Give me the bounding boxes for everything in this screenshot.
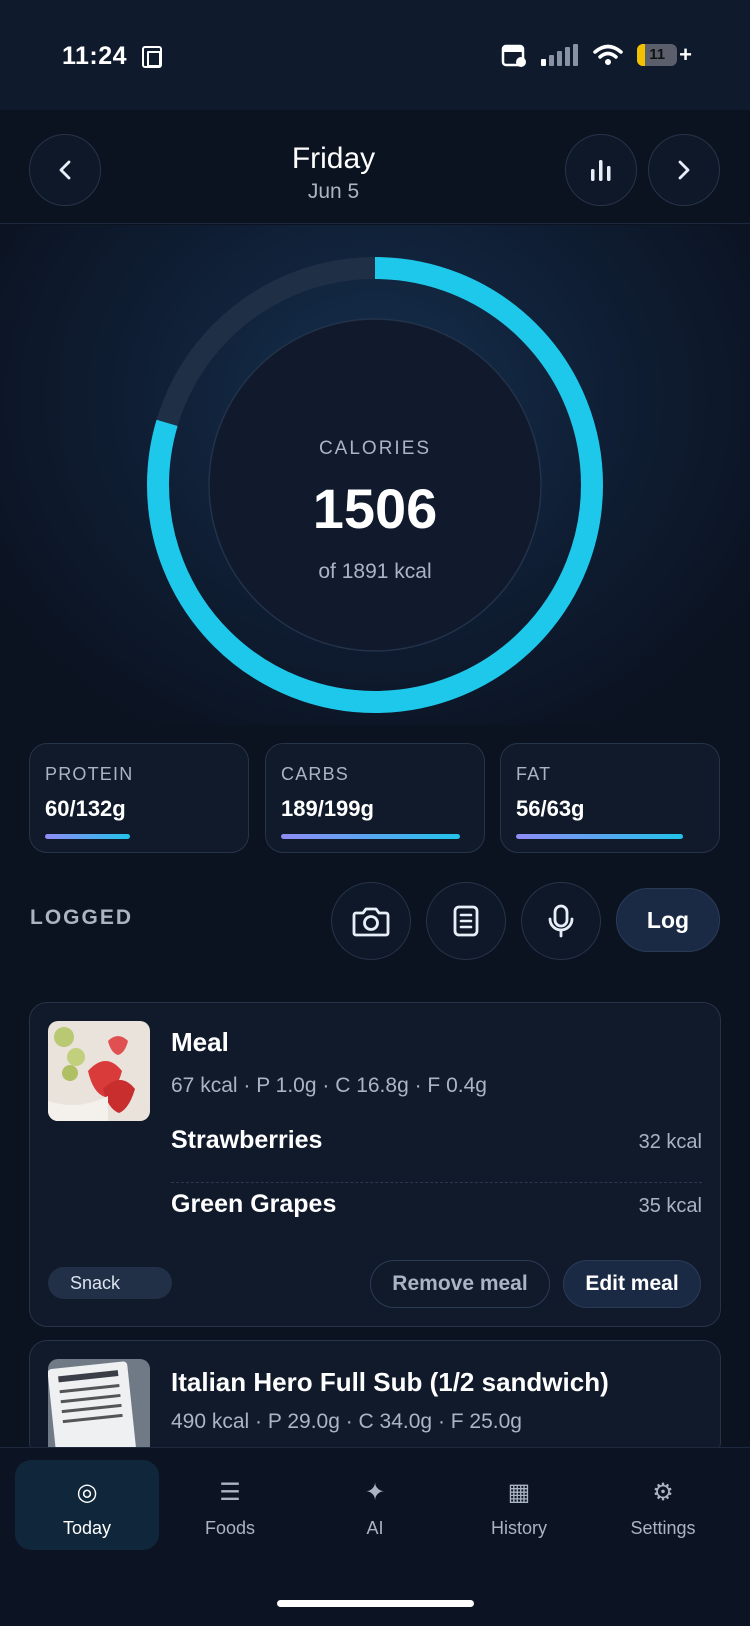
food-divider — [171, 1182, 702, 1183]
status-icons: 11 + — [501, 42, 692, 68]
tab-ai[interactable]: ✦ AI — [303, 1460, 447, 1550]
next-day-button[interactable] — [648, 134, 720, 206]
meal-macros: 490 kcal · P 29.0g · C 34.0g · F 25.0g — [171, 1410, 522, 1433]
logged-section-label: LOGGED — [30, 906, 134, 929]
scan-label-button[interactable] — [426, 882, 506, 960]
battery-icon: 11 + — [637, 44, 692, 66]
food-kcal: 32 kcal — [638, 1131, 702, 1153]
meal-thumbnail — [48, 1359, 150, 1459]
meal-title: Italian Hero Full Sub (1/2 sandwich) — [171, 1367, 609, 1397]
gear-icon: ⚙ — [652, 1479, 674, 1506]
calendar-icon — [501, 44, 527, 67]
battery-level: 11 — [649, 46, 666, 63]
tab-label: Today — [62, 1518, 112, 1538]
food-name: Green Grapes — [171, 1190, 337, 1218]
food-kcal: 35 kcal — [638, 1195, 702, 1217]
target-icon: ◎ — [76, 1479, 98, 1506]
tab-history[interactable]: ▦ History — [447, 1460, 591, 1550]
tab-label: AI — [366, 1518, 384, 1538]
tab-foods[interactable]: ☰ Foods — [158, 1460, 302, 1550]
meal-card[interactable]: Italian Hero Full Sub (1/2 sandwich) 490… — [29, 1340, 721, 1460]
home-indicator — [277, 1600, 474, 1607]
edit-meal-button[interactable]: Edit meal — [563, 1260, 701, 1308]
voice-button[interactable] — [521, 882, 601, 960]
calories-value: 1506 — [312, 477, 438, 540]
tab-label: Settings — [630, 1518, 696, 1538]
calorie-hero: CALORIES 1506 of 1891 kcal — [0, 225, 750, 725]
tab-today[interactable]: ◎ Today — [15, 1460, 159, 1550]
tab-label: History — [490, 1518, 547, 1538]
meal-card[interactable]: Meal 67 kcal · P 1.0g · C 16.8g · F 0.4g… — [29, 1002, 721, 1327]
tab-settings[interactable]: ⚙ Settings — [591, 1460, 735, 1550]
calorie-summary: CALORIES 1506 of 1891 kcal — [140, 250, 610, 720]
status-time: 11:24 — [62, 42, 128, 70]
macro-progress-bar — [45, 834, 130, 839]
macro-value: 56/63g — [516, 796, 585, 821]
macro-value: 189/199g — [281, 796, 374, 821]
camera-button[interactable] — [331, 882, 411, 960]
macro-progress-bar — [281, 834, 460, 839]
calories-goal: of 1891 kcal — [318, 560, 432, 583]
stats-button[interactable] — [565, 134, 637, 206]
wifi-icon — [593, 44, 623, 65]
macro-card-fat: FAT 56/63g — [500, 743, 720, 853]
calorie-ring: CALORIES 1506 of 1891 kcal — [140, 250, 610, 720]
macro-label: PROTEIN — [45, 764, 134, 784]
bar-chart-icon — [591, 160, 611, 181]
microphone-icon — [548, 904, 574, 938]
camera-icon — [352, 907, 390, 937]
signal-icon — [541, 44, 579, 66]
log-button[interactable]: Log — [616, 888, 720, 952]
meal-thumbnail — [48, 1021, 150, 1121]
tab-label: Foods — [204, 1518, 256, 1538]
document-icon — [453, 905, 479, 937]
macro-card-protein: PROTEIN 60/132g — [29, 743, 249, 853]
macro-label: FAT — [516, 764, 552, 784]
food-name: Strawberries — [171, 1126, 323, 1154]
list-icon: ☰ — [219, 1479, 241, 1506]
macro-card-carbs: CARBS 189/199g — [265, 743, 485, 853]
meal-macros: 67 kcal · P 1.0g · C 16.8g · F 0.4g — [171, 1074, 487, 1097]
meal-title: Meal — [171, 1027, 229, 1057]
macro-progress-bar — [516, 834, 683, 839]
sparkle-icon: ✦ — [364, 1479, 386, 1506]
status-bar: 11:24 11 + — [0, 0, 750, 110]
date-header: Friday Jun 5 — [0, 110, 750, 224]
screen-record-icon — [142, 46, 162, 68]
chevron-right-icon — [678, 160, 690, 180]
grid-icon: ▦ — [507, 1479, 531, 1506]
remove-meal-button[interactable]: Remove meal — [370, 1260, 550, 1308]
calories-label: CALORIES — [318, 438, 432, 459]
macro-value: 60/132g — [45, 796, 126, 821]
macro-label: CARBS — [281, 764, 350, 784]
meal-type-tag: Snack — [48, 1267, 172, 1299]
